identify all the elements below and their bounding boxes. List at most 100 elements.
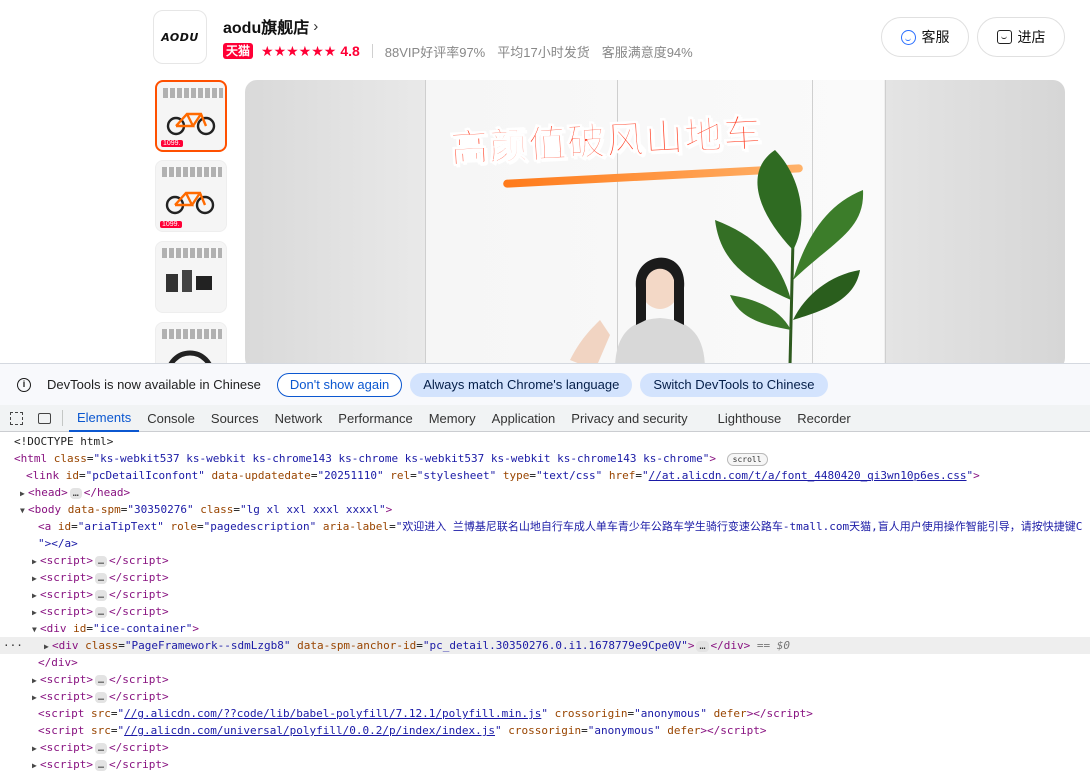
- collapsed-content-ellipsis[interactable]: …: [69, 488, 82, 499]
- device-toolbar-button[interactable]: [30, 405, 58, 432]
- script-src-url[interactable]: //g.alicdn.com/??code/lib/babel-polyfill…: [124, 707, 541, 720]
- inner-div-class-value: PageFramework--sdmLzgb8: [131, 639, 284, 652]
- inspect-icon: [9, 411, 23, 425]
- collapsed-content-ellipsis[interactable]: …: [696, 641, 709, 652]
- thumbnail-item[interactable]: 1099.: [155, 160, 227, 232]
- thumbnail-price: 1099.: [160, 221, 182, 228]
- expand-arrow-icon[interactable]: ▶: [32, 604, 40, 620]
- divider: [62, 410, 63, 426]
- enter-store-button[interactable]: 进店: [977, 17, 1065, 57]
- dom-node-head[interactable]: ▶ <head>… </head>: [0, 484, 1090, 501]
- doctype-text: <!DOCTYPE html>: [14, 435, 114, 448]
- dom-node-script[interactable]: ▶ <script>… </script>: [0, 569, 1090, 586]
- collapse-arrow-icon[interactable]: ▼: [20, 502, 28, 518]
- tab-console[interactable]: Console: [139, 405, 203, 432]
- collapsed-content-ellipsis[interactable]: …: [94, 760, 108, 771]
- a-id-value: ariaTipText: [84, 520, 158, 533]
- dom-node-script-universal[interactable]: <script src="//g.alicdn.com/universal/po…: [0, 722, 1090, 739]
- inspect-element-button[interactable]: [2, 405, 30, 432]
- expand-arrow-icon[interactable]: ▶: [32, 740, 40, 756]
- tab-memory[interactable]: Memory: [421, 405, 484, 432]
- expand-arrow-icon[interactable]: ▶: [32, 672, 40, 688]
- store-name-link[interactable]: aodu旗舰店 ›: [223, 14, 318, 38]
- customer-service-icon: [900, 29, 916, 45]
- dom-node-script[interactable]: ▶ <script>… </script>: [0, 756, 1090, 771]
- dom-node-ice-container[interactable]: ▼ <div id="ice-container">: [0, 620, 1090, 637]
- collapsed-content-ellipsis[interactable]: …: [94, 556, 108, 567]
- promo-text-image: [162, 329, 222, 339]
- metric-shipping-time: 平均17小时发货: [497, 44, 590, 60]
- body-spm-value: 30350276: [133, 503, 187, 516]
- devtools-language-infobar: i DevTools is now available in Chinese D…: [0, 363, 1090, 405]
- customer-service-label: 客服: [921, 29, 950, 45]
- expand-arrow-icon[interactable]: ▶: [32, 570, 40, 586]
- device-mode-icon: [37, 412, 51, 424]
- tab-sources[interactable]: Sources: [203, 405, 267, 432]
- expand-arrow-icon[interactable]: ▶: [32, 553, 40, 569]
- dom-node-script[interactable]: ▶ <script>… </script>: [0, 586, 1090, 603]
- dom-node-script-polyfill[interactable]: <script src="//g.alicdn.com/??code/lib/b…: [0, 705, 1090, 722]
- expand-arrow-icon[interactable]: ▶: [32, 689, 40, 705]
- collapse-arrow-icon[interactable]: ▼: [32, 621, 40, 637]
- collapsed-content-ellipsis[interactable]: …: [94, 590, 108, 601]
- elements-panel[interactable]: <!DOCTYPE html> <html class="ks-webkit53…: [0, 432, 1090, 771]
- dom-node-script[interactable]: ▶ <script>… </script>: [0, 671, 1090, 688]
- tab-privacy-security[interactable]: Privacy and security: [563, 405, 695, 432]
- presenter-image: [570, 257, 705, 363]
- collapsed-content-ellipsis[interactable]: …: [94, 607, 108, 618]
- thumbnail-item[interactable]: [155, 241, 227, 313]
- thumbnail-item[interactable]: 1099.: [155, 80, 227, 152]
- a-role-value: pagedescription: [210, 520, 310, 533]
- wall-line: [885, 80, 886, 363]
- html-class-value: ks-webkit537 ks-webkit ks-chrome143 ks-c…: [100, 452, 703, 465]
- star-rating-icon: ★★★★★★: [261, 42, 337, 59]
- tab-elements[interactable]: Elements: [69, 405, 140, 432]
- store-logo[interactable]: AODU: [153, 10, 207, 64]
- tab-lighthouse[interactable]: Lighthouse: [710, 405, 790, 432]
- tab-application[interactable]: Application: [484, 405, 564, 432]
- divider: [371, 44, 373, 58]
- switch-to-chinese-button[interactable]: Switch DevTools to Chinese: [640, 372, 828, 397]
- dom-node-a-close[interactable]: "></a>: [0, 535, 1090, 552]
- dom-node-script[interactable]: ▶ <script>… </script>: [0, 552, 1090, 569]
- expand-arrow-icon[interactable]: ▶: [44, 638, 52, 654]
- product-page: AODU aodu旗舰店 › 天猫 ★★★★★★ 4.8 88VIP好评率97%…: [0, 0, 1090, 363]
- script-src-url[interactable]: //g.alicdn.com/universal/polyfill/0.0.2/…: [124, 724, 495, 737]
- thumbnail-item[interactable]: [155, 322, 227, 363]
- always-match-language-button[interactable]: Always match Chrome's language: [410, 372, 633, 397]
- collapsed-content-ellipsis[interactable]: …: [94, 675, 108, 686]
- dom-node-html[interactable]: <html class="ks-webkit537 ks-webkit ks-c…: [0, 450, 1090, 467]
- metric-vip-rate: 88VIP好评率97%: [384, 44, 486, 60]
- chevron-right-icon: ›: [313, 17, 319, 35]
- collapsed-content-ellipsis[interactable]: …: [94, 573, 108, 584]
- expand-arrow-icon[interactable]: ▶: [32, 587, 40, 603]
- bike-parts-image: [166, 270, 212, 292]
- tab-network[interactable]: Network: [267, 405, 331, 432]
- dom-node-script[interactable]: ▶ <script>… </script>: [0, 603, 1090, 620]
- node-actions-icon[interactable]: ···: [3, 637, 23, 654]
- dom-node-a[interactable]: <a id="ariaTipText" role="pagedescriptio…: [0, 518, 1090, 535]
- scroll-badge[interactable]: scroll: [726, 453, 768, 466]
- dom-node-link[interactable]: <link id="pcDetailIconfont" data-updated…: [0, 467, 1090, 484]
- dom-node-page-framework-selected[interactable]: ··· ▶ <div class="PageFramework--sdmLzgb8…: [0, 637, 1090, 654]
- collapsed-content-ellipsis[interactable]: …: [94, 692, 108, 703]
- dom-node-div-close[interactable]: </div>: [0, 654, 1090, 671]
- dom-node-doctype[interactable]: <!DOCTYPE html>: [0, 433, 1090, 450]
- customer-service-button[interactable]: 客服: [881, 17, 969, 57]
- collapsed-content-ellipsis[interactable]: …: [94, 743, 108, 754]
- dom-node-script[interactable]: ▶ <script>… </script>: [0, 739, 1090, 756]
- dom-node-body[interactable]: ▼ <body data-spm="30350276" class="lg xl …: [0, 501, 1090, 518]
- defer-attr: defer: [713, 707, 747, 720]
- store-icon: [996, 30, 1012, 44]
- info-icon: i: [17, 377, 31, 392]
- expand-arrow-icon[interactable]: ▶: [32, 757, 40, 771]
- product-video[interactable]: 高颜值破风山地车: [245, 80, 1065, 363]
- dom-node-script[interactable]: ▶ <script>… </script>: [0, 688, 1090, 705]
- expand-arrow-icon[interactable]: ▶: [20, 485, 28, 501]
- tab-recorder[interactable]: Recorder: [789, 405, 858, 432]
- link-href-url[interactable]: //at.alicdn.com/t/a/font_4480420_qi3wn10…: [649, 469, 967, 482]
- dont-show-again-button[interactable]: Don't show again: [276, 372, 403, 397]
- tab-performance[interactable]: Performance: [330, 405, 420, 432]
- store-name[interactable]: aodu旗舰店: [223, 14, 309, 38]
- div-id-value: ice-container: [99, 622, 186, 635]
